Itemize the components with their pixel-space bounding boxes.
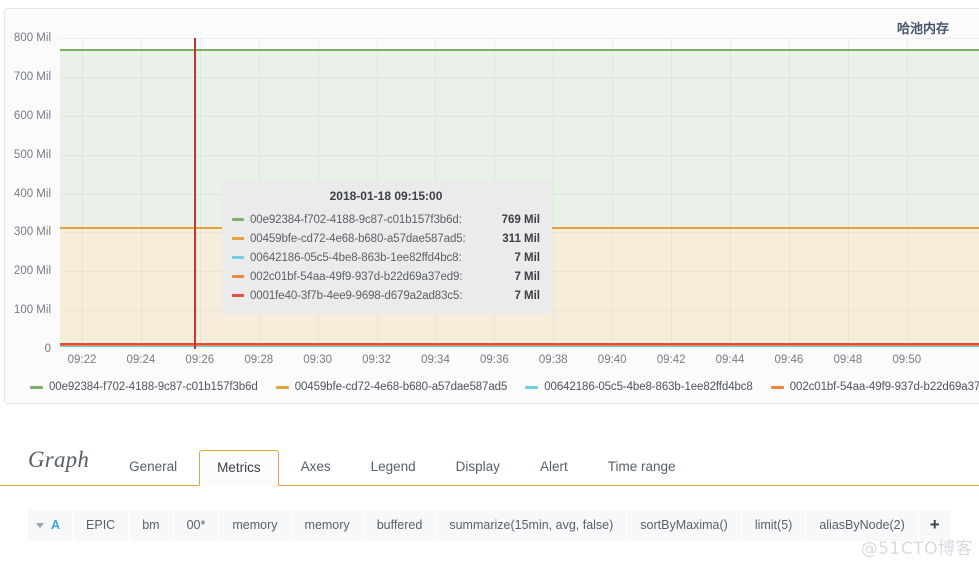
tooltip-row: 0001fe40-3f7b-4ee9-9698-d679a2ad83c5: 7 M… (232, 286, 540, 305)
series-color-swatch (232, 237, 244, 240)
series-line-4 (60, 343, 979, 346)
tooltip-series-value: 311 Mil (502, 232, 540, 245)
x-axis-tick: 09:30 (303, 354, 333, 366)
query-segment[interactable]: memory (219, 510, 292, 541)
legend-color-swatch (30, 385, 43, 389)
tooltip-timestamp: 2018-01-18 09:15:00 (329, 189, 443, 203)
tooltip-series-name: 002c01bf-54aa-49f9-937d-b22d69a37ed9: (250, 270, 463, 283)
tooltip-series-name: 00459bfe-cd72-4e68-b680-a57dae587ad5: (250, 232, 466, 245)
query-segment[interactable]: memory (291, 510, 364, 541)
y-axis-tick: 400 Mil (13, 187, 51, 200)
y-axis-tick: 500 Mil (13, 148, 51, 161)
legend-color-swatch (275, 385, 289, 389)
tooltip-row: 00459bfe-cd72-4e68-b680-a57dae587ad5: 311… (232, 229, 540, 248)
y-axis-tick: 200 Mil (13, 265, 51, 278)
legend-item-label: 00e92384-f702-4188-9c87-c01b157f3b6d (49, 381, 258, 393)
tab-list: General Metrics Axes Legend Display Alert Time… (89, 449, 694, 486)
query-ref-label: A (51, 518, 61, 532)
legend-color-swatch (770, 385, 784, 389)
x-axis-tick: 09:22 (67, 354, 97, 366)
series-color-swatch (232, 218, 244, 221)
y-axis-tick: 700 Mil (13, 70, 51, 83)
x-axis-tick: 09:28 (244, 354, 274, 366)
series-color-swatch (232, 256, 244, 259)
legend-item[interactable]: 00459bfe-cd72-4e68-b680-a57dae587ad5 (275, 381, 508, 393)
tab-metrics[interactable]: Metrics (199, 450, 279, 486)
gridline-horizontal (60, 38, 979, 39)
x-axis-tick: 09:40 (597, 354, 627, 366)
legend-item[interactable]: 002c01bf-54aa-49f9-937d-b22d69a37ed9 (770, 381, 979, 393)
screen: 哈池内存 800 Mil 700 Mil 600 Mil 500 Mil 400 Mil… (0, 0, 979, 561)
x-axis-tick: 09:44 (715, 354, 745, 366)
x-axis-tick: 09:46 (774, 354, 804, 366)
tab-display[interactable]: Display (438, 449, 518, 485)
tooltip-series-value: 7 Mil (514, 289, 540, 302)
x-axis-tick: 09:26 (185, 354, 215, 366)
x-axis-tick: 09:32 (362, 354, 391, 366)
plot-area: 800 Mil 700 Mil 600 Mil 500 Mil 400 Mil 300 M… (0, 0, 979, 366)
query-segment[interactable]: EPIC (73, 510, 130, 541)
series-line-0 (60, 49, 979, 52)
tab-axes[interactable]: Axes (283, 449, 349, 485)
chevron-down-icon (36, 523, 44, 528)
y-axis-tick: 800 Mil (13, 32, 51, 44)
tooltip-rows: 00e92384-f702-4188-9c87-c01b157f3b6d: 769… (232, 210, 540, 305)
tooltip-row: 00e92384-f702-4188-9c87-c01b157f3b6d: 769… (232, 210, 540, 229)
query-segment[interactable]: sortByMaxima() (627, 510, 742, 541)
x-axis-tick: 09:36 (479, 354, 509, 366)
legend-item-label: 00459bfe-cd72-4e68-b680-a57dae587ad5 (294, 381, 508, 393)
tooltip-row: 00642186-05c5-4be8-863b-1ee82ffd4bc8: 7 M… (232, 248, 540, 267)
legend-item[interactable]: 00e92384-f702-4188-9c87-c01b157f3b6d (30, 381, 258, 393)
tooltip-series-value: 7 Mil (514, 251, 540, 264)
y-axis-tick: 100 Mil (13, 304, 51, 317)
query-segments: EPIC bm 00* memory memory buffered summarize(1… (73, 510, 919, 541)
legend-item-label: 00642186-05c5-4be8-863b-1ee82ffd4bc8 (544, 381, 753, 393)
chart-legend[interactable]: 00e92384-f702-4188-9c87-c01b157f3b6d 0045… (0, 376, 979, 398)
tab-alert[interactable]: Alert (522, 449, 586, 485)
editor-title: Graph (28, 447, 90, 472)
legend-color-swatch (525, 385, 539, 389)
query-segment[interactable]: 00* (173, 510, 220, 541)
y-axis-tick: 300 Mil (13, 226, 51, 239)
query-ref-toggle[interactable]: A (28, 510, 74, 541)
query-row: A EPIC bm 00* memory memory buffered summarize… (28, 510, 952, 541)
tooltip-series-value: 769 Mil (501, 213, 540, 226)
tooltip-series-name: 00e92384-f702-4188-9c87-c01b157f3b6d: (250, 213, 462, 226)
x-axis-tick: 09:48 (833, 354, 863, 366)
series-color-swatch (232, 275, 244, 278)
x-axis-tick: 09:34 (421, 354, 450, 366)
y-axis-tick: 600 Mil (13, 109, 51, 122)
query-segment[interactable]: buffered (363, 510, 437, 541)
x-axis-tick: 09:38 (538, 354, 568, 366)
tab-legend[interactable]: Legend (353, 449, 434, 485)
tooltip-series-name: 0001fe40-3f7b-4ee9-9698-d679a2ad83c5: (250, 289, 463, 302)
editor-tabbar: Graph General Metrics Axes Legend Display Ale… (0, 434, 979, 486)
tab-time-range[interactable]: Time range (590, 449, 694, 485)
legend-item-label: 002c01bf-54aa-49f9-937d-b22d69a37ed9 (789, 381, 979, 393)
panel-editor: Graph General Metrics Axes Legend Display Ale… (0, 404, 979, 561)
query-segment[interactable]: aliasByNode(2) (806, 510, 919, 541)
add-segment-button[interactable]: + (918, 510, 952, 541)
tab-general[interactable]: General (111, 449, 195, 485)
y-axis: 800 Mil 700 Mil 600 Mil 500 Mil 400 Mil 300 M… (0, 0, 58, 360)
crosshair-line (194, 38, 196, 349)
tooltip-series-name: 00642186-05c5-4be8-863b-1ee82ffd4bc8: (250, 251, 462, 264)
query-segment[interactable]: bm (129, 510, 174, 541)
chart-tooltip: 2018-01-18 09:15:00 00e92384-f702-4188-9… (222, 180, 552, 314)
x-axis-tick: 09:42 (656, 354, 686, 366)
query-segment[interactable]: limit(5) (741, 510, 807, 541)
series-color-swatch (232, 294, 244, 297)
legend-item[interactable]: 00642186-05c5-4be8-863b-1ee82ffd4bc8 (525, 381, 753, 393)
x-axis: 09:22 09:24 09:26 09:28 09:30 09:32 09:34 09:36… (0, 349, 979, 371)
query-segment[interactable]: summarize(15min, avg, false) (436, 510, 628, 541)
tooltip-series-value: 7 Mil (514, 270, 540, 283)
x-axis-tick: 09:24 (126, 354, 156, 366)
tooltip-row: 002c01bf-54aa-49f9-937d-b22d69a37ed9: 7 M… (232, 267, 540, 286)
x-axis-tick: 09:50 (892, 354, 922, 366)
